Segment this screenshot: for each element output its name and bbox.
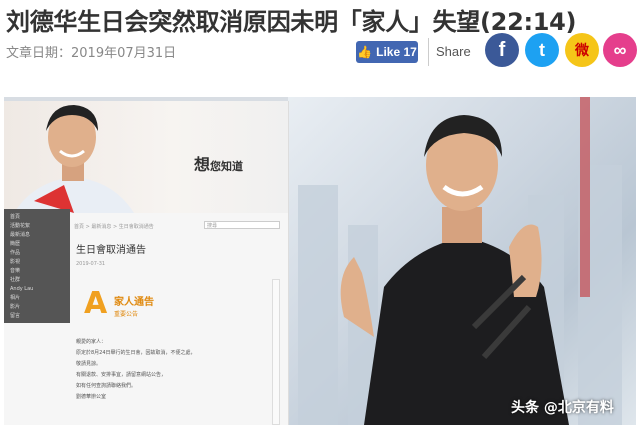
article-headline: 刘德华生日会突然取消原因未明「家人」失望(22:14)	[6, 8, 577, 36]
watermark: 头条 @北京有料	[511, 400, 614, 416]
twitter-share-button[interactable]: t	[525, 33, 559, 67]
share-label: Share	[436, 44, 471, 59]
menu-item: 作品	[10, 250, 21, 256]
breadcrumb: 首頁 > 最新消息 > 生日會取消通告	[74, 224, 154, 230]
weibo-share-button[interactable]: 微	[565, 33, 599, 67]
facebook-like-button[interactable]: 👍 Like 17	[356, 41, 418, 63]
menu-item: 相片	[10, 295, 21, 301]
menu-item: 留言	[10, 313, 21, 319]
copy-link-button[interactable]: ∞	[603, 33, 637, 67]
menu-item: 社群	[10, 277, 21, 283]
website-screenshot: 想您知道 首頁 活動花絮 最新消息 簡歷 作品 影視 音樂 社群 Andy La…	[4, 101, 289, 425]
menu-item: 首頁	[10, 214, 21, 220]
facebook-icon: f	[498, 38, 506, 61]
post-title: 生日會取消通告	[76, 245, 146, 256]
search-input: 搜尋	[204, 221, 280, 229]
menu-item: 活動花絮	[10, 223, 31, 229]
menu-item: 最新消息	[10, 232, 31, 238]
menu-item: 簡歷	[10, 241, 21, 247]
website-side-menu: 首頁 活動花絮 最新消息 簡歷 作品 影視 音樂 社群 Andy Lau 相片 …	[4, 209, 70, 323]
person-photo-right	[340, 115, 569, 425]
twitter-icon: t	[539, 39, 545, 60]
menu-item: 影片	[10, 304, 21, 310]
thumbs-up-icon: 👍	[357, 45, 373, 59]
divider	[428, 38, 429, 66]
article-date: 文章日期：2019年07月31日	[6, 46, 177, 61]
notice-body: 親愛的家人： 原定於8月24日舉行的生日會，因故取消，不便之處， 敬請見諒。 有…	[76, 339, 196, 400]
notice-logo: A 家人通告 重要公告	[84, 286, 154, 321]
person-photo-left	[14, 105, 134, 213]
menu-item: Andy Lau	[10, 286, 34, 292]
menu-item: 影視	[10, 259, 21, 265]
scrollbar	[272, 279, 280, 425]
weibo-icon: 微	[575, 42, 589, 58]
menu-item: 音樂	[10, 268, 21, 274]
facebook-share-button[interactable]: f	[485, 33, 519, 67]
link-icon: ∞	[613, 39, 627, 60]
banner-title: 想您知道	[194, 155, 244, 174]
post-date: 2019-07-31	[76, 261, 106, 267]
website-banner: 想您知道	[4, 101, 288, 213]
article-photo: 想您知道 首頁 活動花絮 最新消息 簡歷 作品 影視 音樂 社群 Andy La…	[4, 97, 636, 425]
like-label: Like 17	[376, 45, 417, 59]
